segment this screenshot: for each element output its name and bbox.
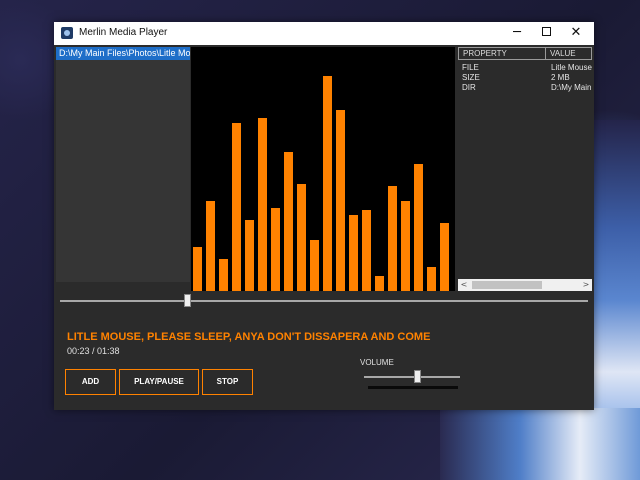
now-playing-title: LITLE MOUSE, PLEASE SLEEP, ANYA DON'T DI… (67, 331, 431, 343)
volume-slider-thumb[interactable] (413, 370, 421, 383)
maximize-icon (541, 27, 551, 36)
visualizer-bar (401, 201, 410, 291)
property-row: FILE Litle Mouse (458, 63, 592, 73)
visualizer-bar (232, 123, 241, 291)
title-bar[interactable]: Merlin Media Player ─ ✕ (54, 22, 594, 45)
add-button[interactable]: ADD (65, 369, 116, 395)
property-key: FILE (462, 63, 479, 72)
properties-horizontal-scrollbar[interactable]: < > (458, 279, 592, 291)
maximize-button[interactable] (529, 22, 563, 45)
property-row: DIR D:\My Main (458, 83, 592, 93)
value-column-header[interactable]: VALUE (546, 48, 591, 59)
visualizer-bar (271, 208, 280, 291)
seek-slider-track[interactable] (60, 300, 588, 302)
visualizer-bar (336, 110, 345, 291)
visualizer-bar (414, 164, 423, 291)
property-value: 2 MB (551, 73, 570, 82)
volume-label: VOLUME (360, 358, 394, 367)
audio-visualizer (191, 47, 455, 291)
property-row: SIZE 2 MB (458, 73, 592, 83)
visualizer-bar (193, 247, 202, 291)
visualizer-bar (440, 223, 449, 291)
visualizer-bar (297, 184, 306, 291)
app-icon (61, 27, 73, 39)
visualizer-bar (362, 210, 371, 291)
property-key: DIR (462, 83, 476, 92)
scroll-left-icon[interactable]: < (458, 279, 470, 291)
close-button[interactable]: ✕ (559, 22, 593, 45)
properties-header: PROPERTY VALUE (458, 47, 592, 60)
wallpaper-artwork-lower (440, 408, 640, 480)
scrollbar-thumb[interactable] (472, 281, 542, 289)
visualizer-bar (206, 201, 215, 291)
visualizer-bar (310, 240, 319, 291)
window-title: Merlin Media Player (79, 27, 168, 38)
property-key: SIZE (462, 73, 480, 82)
playlist-item[interactable]: D:\My Main Files\Photos\Litle Mouse (56, 47, 190, 60)
stop-button[interactable]: STOP (202, 369, 253, 395)
media-player-window: Merlin Media Player ─ ✕ D:\My Main Files… (54, 22, 594, 410)
property-value: Litle Mouse (551, 63, 592, 72)
visualizer-bar (219, 259, 228, 291)
properties-panel: PROPERTY VALUE FILE Litle Mouse SIZE 2 M… (458, 47, 592, 291)
playlist-panel[interactable]: D:\My Main Files\Photos\Litle Mouse (56, 47, 190, 282)
property-value: D:\My Main (551, 83, 592, 92)
visualizer-bar (375, 276, 384, 291)
playback-time: 00:23 / 01:38 (67, 346, 120, 356)
play-pause-button[interactable]: PLAY/PAUSE (119, 369, 199, 395)
visualizer-bar (284, 152, 293, 291)
visualizer-bar (349, 215, 358, 291)
volume-slider-base (368, 386, 458, 389)
visualizer-bar (427, 267, 436, 291)
scroll-right-icon[interactable]: > (580, 279, 592, 291)
property-column-header[interactable]: PROPERTY (459, 48, 546, 59)
seek-slider-thumb[interactable] (183, 294, 191, 307)
visualizer-bar (258, 118, 267, 291)
visualizer-bar (323, 76, 332, 291)
visualizer-bar (388, 186, 397, 291)
visualizer-bar (245, 220, 254, 291)
volume-slider-track[interactable] (364, 376, 460, 378)
